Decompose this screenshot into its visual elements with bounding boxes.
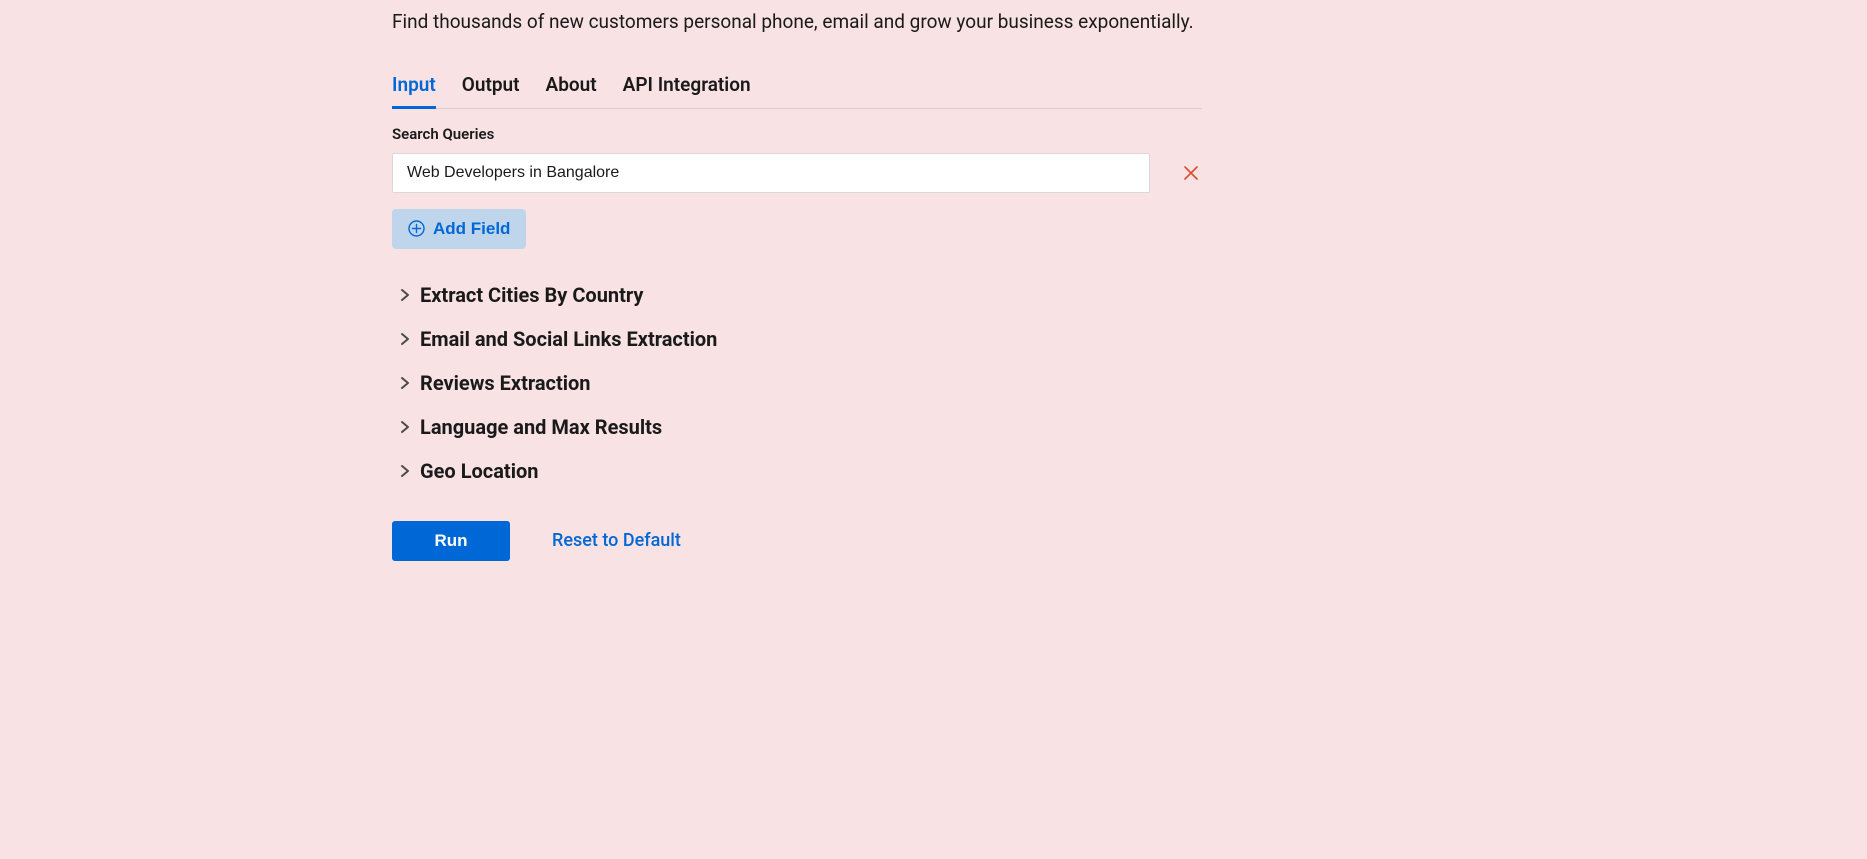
close-icon xyxy=(1184,166,1198,180)
section-title: Email and Social Links Extraction xyxy=(420,327,717,351)
section-extract-cities[interactable]: Extract Cities By Country xyxy=(400,273,1202,317)
tab-bar: Input Output About API Integration xyxy=(392,65,1202,109)
reset-to-default-link[interactable]: Reset to Default xyxy=(552,530,681,551)
search-queries-label: Search Queries xyxy=(392,125,1202,143)
page-description: Find thousands of new customers personal… xyxy=(392,8,1202,37)
chevron-right-icon xyxy=(400,464,410,478)
section-reviews[interactable]: Reviews Extraction xyxy=(400,361,1202,405)
remove-field-button[interactable] xyxy=(1180,162,1202,184)
section-title: Extract Cities By Country xyxy=(420,283,643,307)
tab-api-integration[interactable]: API Integration xyxy=(623,65,751,109)
search-query-row xyxy=(392,153,1202,193)
chevron-right-icon xyxy=(400,332,410,346)
tab-about[interactable]: About xyxy=(546,65,597,109)
run-button[interactable]: Run xyxy=(392,521,510,561)
chevron-right-icon xyxy=(400,420,410,434)
section-title: Reviews Extraction xyxy=(420,371,591,395)
plus-circle-icon xyxy=(408,220,425,237)
action-row: Run Reset to Default xyxy=(392,521,1202,561)
search-query-input[interactable] xyxy=(392,153,1150,193)
section-email-social[interactable]: Email and Social Links Extraction xyxy=(400,317,1202,361)
add-field-button[interactable]: Add Field xyxy=(392,209,526,249)
add-field-label: Add Field xyxy=(433,219,510,239)
tab-input[interactable]: Input xyxy=(392,65,436,109)
section-language-max[interactable]: Language and Max Results xyxy=(400,405,1202,449)
chevron-right-icon xyxy=(400,288,410,302)
chevron-right-icon xyxy=(400,376,410,390)
section-title: Language and Max Results xyxy=(420,415,662,439)
tab-output[interactable]: Output xyxy=(462,65,520,109)
main-container: Find thousands of new customers personal… xyxy=(392,0,1202,561)
section-title: Geo Location xyxy=(420,459,539,483)
section-geo-location[interactable]: Geo Location xyxy=(400,449,1202,493)
